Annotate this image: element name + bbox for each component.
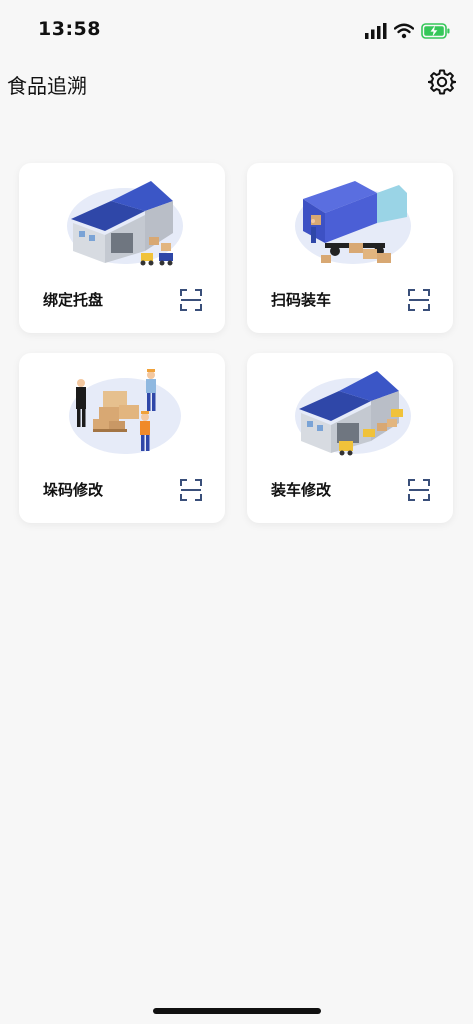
workers-boxes-illustration bbox=[69, 369, 181, 454]
status-icons bbox=[365, 20, 451, 42]
warehouse-forklift-illustration bbox=[67, 181, 183, 266]
card-label: 扫码装车 bbox=[271, 291, 332, 309]
app-header: 食品追溯 bbox=[0, 60, 473, 110]
scan-icon[interactable] bbox=[180, 479, 202, 501]
settings-button[interactable] bbox=[425, 65, 459, 99]
scan-icon[interactable] bbox=[180, 289, 202, 311]
gear-icon bbox=[428, 69, 456, 95]
card-stack-edit[interactable]: 垛码修改 bbox=[19, 353, 225, 523]
warehouse-forklifts-illustration bbox=[295, 371, 411, 456]
truck-loading-illustration bbox=[295, 181, 411, 264]
scan-icon[interactable] bbox=[408, 289, 430, 311]
card-loading-edit[interactable]: 装车修改 bbox=[247, 353, 453, 523]
card-bind-pallet[interactable]: 绑定托盘 bbox=[19, 163, 225, 333]
cellular-signal-icon bbox=[365, 23, 387, 39]
scan-icon[interactable] bbox=[408, 479, 430, 501]
home-indicator[interactable] bbox=[153, 1008, 321, 1014]
status-time: 13:58 bbox=[38, 18, 101, 40]
card-label: 绑定托盘 bbox=[43, 291, 104, 309]
status-bar: 13:58 bbox=[0, 0, 473, 60]
card-scan-loading[interactable]: 扫码装车 bbox=[247, 163, 453, 333]
card-label: 垛码修改 bbox=[43, 481, 104, 499]
battery-charging-icon bbox=[421, 23, 450, 39]
wifi-icon bbox=[394, 23, 414, 39]
page-title: 食品追溯 bbox=[7, 74, 87, 98]
card-label: 装车修改 bbox=[271, 481, 332, 499]
